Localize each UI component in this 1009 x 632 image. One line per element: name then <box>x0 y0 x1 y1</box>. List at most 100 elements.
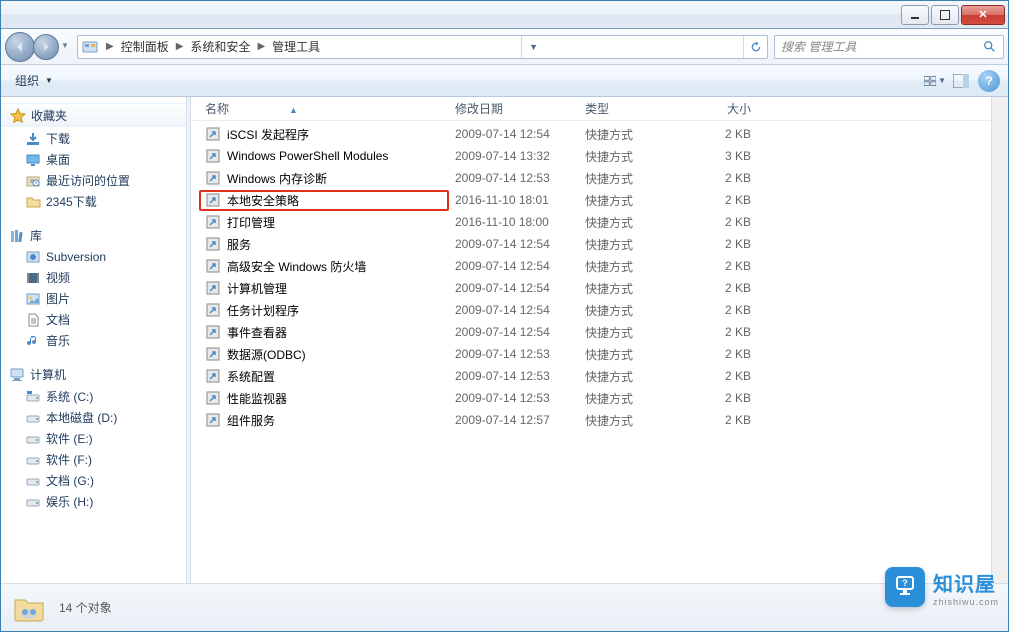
drive-icon <box>25 494 41 510</box>
sidebar-item[interactable]: 音乐 <box>1 330 186 351</box>
file-row[interactable]: 组件服务2009-07-14 12:57快捷方式2 KB <box>191 409 991 431</box>
folder-icon <box>11 590 47 626</box>
content-area: 名称▲ 修改日期 类型 大小 iSCSI 发起程序2009-07-14 12:5… <box>191 97 991 583</box>
sidebar-item[interactable]: 文档 <box>1 309 186 330</box>
vertical-scrollbar[interactable] <box>991 97 1008 583</box>
navigation-pane[interactable]: 收藏夹 下载桌面最近访问的位置2345下载 库 Subversion视频图片文档… <box>1 97 187 583</box>
picture-icon <box>25 291 41 307</box>
file-name: 高级安全 Windows 防火墙 <box>227 258 366 275</box>
file-type: 快捷方式 <box>579 192 687 209</box>
sidebar-item[interactable]: 图片 <box>1 288 186 309</box>
file-row[interactable]: 打印管理2016-11-10 18:00快捷方式2 KB <box>191 211 991 233</box>
computer-header[interactable]: 计算机 <box>1 363 186 386</box>
sidebar-item[interactable]: 娱乐 (H:) <box>1 491 186 512</box>
file-list[interactable]: iSCSI 发起程序2009-07-14 12:54快捷方式2 KBWindow… <box>191 121 991 583</box>
file-row[interactable]: 数据源(ODBC)2009-07-14 12:53快捷方式2 KB <box>191 343 991 365</box>
file-date: 2009-07-14 12:54 <box>449 325 579 339</box>
file-row[interactable]: Windows PowerShell Modules2009-07-14 13:… <box>191 145 991 167</box>
refresh-button[interactable] <box>743 36 767 58</box>
sort-asc-icon: ▲ <box>289 105 298 115</box>
refresh-icon <box>749 40 763 54</box>
sidebar-item[interactable]: 最近访问的位置 <box>1 170 186 191</box>
breadcrumb-item[interactable]: 管理工具 <box>269 38 323 55</box>
sidebar-item[interactable]: 文档 (G:) <box>1 470 186 491</box>
close-button[interactable] <box>961 5 1005 25</box>
sidebar-item[interactable]: 视频 <box>1 267 186 288</box>
desktop-icon <box>25 152 41 168</box>
sidebar-item[interactable]: 软件 (F:) <box>1 449 186 470</box>
column-type[interactable]: 类型 <box>579 100 687 117</box>
file-name: iSCSI 发起程序 <box>227 126 309 143</box>
sidebar-item[interactable]: 系统 (C:) <box>1 386 186 407</box>
sysdrive-icon <box>25 389 41 405</box>
chevron-right-icon[interactable]: ▶ <box>102 41 118 52</box>
file-row[interactable]: 服务2009-07-14 12:54快捷方式2 KB <box>191 233 991 255</box>
recent-icon <box>25 173 41 189</box>
file-name: 计算机管理 <box>227 280 287 297</box>
sidebar-item-label: 文档 (G:) <box>46 472 94 489</box>
column-size[interactable]: 大小 <box>687 100 757 117</box>
music-icon <box>25 333 41 349</box>
file-row[interactable]: 系统配置2009-07-14 12:53快捷方式2 KB <box>191 365 991 387</box>
favorites-header[interactable]: 收藏夹 <box>1 103 186 128</box>
organize-menu[interactable]: 组织 ▼ <box>9 69 59 92</box>
help-button[interactable]: ? <box>978 70 1000 92</box>
file-date: 2009-07-14 12:53 <box>449 369 579 383</box>
column-name[interactable]: 名称▲ <box>199 100 449 117</box>
status-bar: 14 个对象 <box>1 583 1008 631</box>
file-type: 快捷方式 <box>579 368 687 385</box>
file-row[interactable]: 任务计划程序2009-07-14 12:54快捷方式2 KB <box>191 299 991 321</box>
minimize-button[interactable] <box>901 5 929 25</box>
folder-icon <box>25 194 41 210</box>
file-size: 2 KB <box>687 347 757 361</box>
sidebar-item[interactable]: 下载 <box>1 128 186 149</box>
sidebar-item[interactable]: 软件 (E:) <box>1 428 186 449</box>
file-type: 快捷方式 <box>579 214 687 231</box>
sidebar-item-label: 下载 <box>46 130 70 147</box>
breadcrumb-item[interactable]: 系统和安全 <box>187 38 253 55</box>
file-row[interactable]: 高级安全 Windows 防火墙2009-07-14 12:54快捷方式2 KB <box>191 255 991 277</box>
file-name: 性能监视器 <box>227 390 287 407</box>
download-icon <box>25 131 41 147</box>
file-date: 2016-11-10 18:01 <box>449 193 579 207</box>
file-row[interactable]: Windows 内存诊断2009-07-14 12:53快捷方式2 KB <box>191 167 991 189</box>
chevron-right-icon[interactable]: ▶ <box>253 41 269 52</box>
watermark-badge-icon: ? <box>885 567 925 607</box>
sidebar-item-label: 视频 <box>46 269 70 286</box>
view-options-button[interactable]: ▼ <box>924 70 946 92</box>
sidebar-item[interactable]: 桌面 <box>1 149 186 170</box>
libraries-label: 库 <box>30 227 42 244</box>
file-name: 任务计划程序 <box>227 302 299 319</box>
sidebar-item[interactable]: 本地磁盘 (D:) <box>1 407 186 428</box>
star-icon <box>10 108 26 124</box>
chevron-right-icon[interactable]: ▶ <box>172 41 188 52</box>
sidebar-item[interactable]: 2345下载 <box>1 191 186 212</box>
search-box[interactable]: 搜索 管理工具 <box>774 35 1004 59</box>
explorer-window: ▼ ▶ 控制面板 ▶ 系统和安全 ▶ 管理工具 ▼ 搜索 管理工具 组织 ▼ <box>0 0 1009 632</box>
breadcrumb-item[interactable]: 控制面板 <box>118 38 172 55</box>
forward-arrow-icon <box>41 42 51 52</box>
file-row[interactable]: 计算机管理2009-07-14 12:54快捷方式2 KB <box>191 277 991 299</box>
breadcrumb-dropdown[interactable]: ▼ <box>521 36 545 58</box>
sidebar-item-label: 音乐 <box>46 332 70 349</box>
shortcut-icon <box>205 390 221 406</box>
file-type: 快捷方式 <box>579 126 687 143</box>
maximize-button[interactable] <box>931 5 959 25</box>
back-button[interactable] <box>5 32 35 62</box>
file-type: 快捷方式 <box>579 302 687 319</box>
preview-pane-button[interactable] <box>950 70 972 92</box>
column-date[interactable]: 修改日期 <box>449 100 579 117</box>
file-row[interactable]: 性能监视器2009-07-14 12:53快捷方式2 KB <box>191 387 991 409</box>
file-size: 3 KB <box>687 149 757 163</box>
file-name: Windows 内存诊断 <box>227 170 327 187</box>
sidebar-item-label: Subversion <box>46 250 106 264</box>
file-date: 2009-07-14 12:53 <box>449 391 579 405</box>
libraries-header[interactable]: 库 <box>1 224 186 247</box>
forward-button[interactable] <box>33 34 59 60</box>
file-row[interactable]: 本地安全策略2016-11-10 18:01快捷方式2 KB <box>191 189 991 211</box>
file-row[interactable]: iSCSI 发起程序2009-07-14 12:54快捷方式2 KB <box>191 123 991 145</box>
breadcrumb[interactable]: ▶ 控制面板 ▶ 系统和安全 ▶ 管理工具 ▼ <box>77 35 768 59</box>
file-row[interactable]: 事件查看器2009-07-14 12:54快捷方式2 KB <box>191 321 991 343</box>
nav-history-dropdown[interactable]: ▼ <box>61 41 69 50</box>
sidebar-item[interactable]: Subversion <box>1 247 186 267</box>
